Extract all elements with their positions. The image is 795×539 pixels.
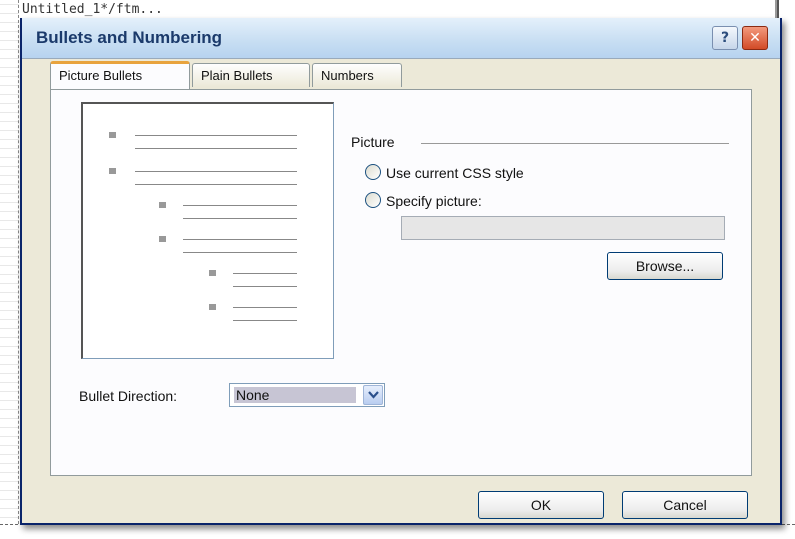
radio-use-css-style[interactable]: Use current CSS style <box>365 164 524 181</box>
picture-group-divider <box>421 143 729 144</box>
preview-line <box>233 307 297 308</box>
preview-bullet <box>209 304 216 310</box>
preview-line <box>183 252 297 253</box>
radio-button-icon[interactable] <box>365 192 381 208</box>
preview-line <box>233 286 297 287</box>
preview-line <box>135 135 297 136</box>
bullet-direction-value: None <box>234 387 356 403</box>
browse-button[interactable]: Browse... <box>607 252 723 280</box>
tab-numbers[interactable]: Numbers <box>312 63 402 87</box>
preview-line <box>183 205 297 206</box>
radio-specify-picture[interactable]: Specify picture: <box>365 192 482 209</box>
dialog-titlebar[interactable]: Bullets and Numbering ? ✕ <box>22 18 780 59</box>
picture-group-label: Picture <box>351 134 395 150</box>
torn-edge-left <box>0 0 19 539</box>
bullet-direction-label: Bullet Direction: <box>79 388 178 404</box>
preview-line <box>233 320 297 321</box>
preview-line <box>233 273 297 274</box>
background-code-fragment: Untitled_1*/ftm... <box>22 2 163 17</box>
preview-bullet <box>109 132 116 138</box>
preview-bullet <box>159 236 166 242</box>
tab-plain-bullets[interactable]: Plain Bullets <box>192 63 310 87</box>
preview-bullet <box>159 202 166 208</box>
preview-bullet <box>109 168 116 174</box>
radio-label: Specify picture: <box>386 193 482 209</box>
preview-line <box>135 184 297 185</box>
radio-button-icon[interactable] <box>365 164 381 180</box>
bullet-preview <box>81 102 334 359</box>
bullet-direction-select[interactable]: None <box>229 383 385 407</box>
torn-edge-bottom <box>0 524 795 539</box>
preview-line <box>183 239 297 240</box>
chevron-down-icon[interactable] <box>363 385 383 405</box>
close-button[interactable]: ✕ <box>742 26 768 50</box>
preview-line <box>135 148 297 149</box>
preview-bullet <box>209 270 216 276</box>
picture-bullets-panel: Picture Use current CSS style Specify pi… <box>50 89 752 476</box>
bullets-numbering-dialog: Bullets and Numbering ? ✕ Picture Bullet… <box>20 18 782 525</box>
radio-label: Use current CSS style <box>386 165 524 181</box>
help-button[interactable]: ? <box>712 26 738 50</box>
preview-line <box>183 218 297 219</box>
cancel-button[interactable]: Cancel <box>622 491 748 519</box>
ok-button[interactable]: OK <box>478 491 604 519</box>
picture-path-field[interactable] <box>401 216 725 240</box>
tab-picture-bullets[interactable]: Picture Bullets <box>50 61 190 89</box>
dialog-title: Bullets and Numbering <box>36 28 223 47</box>
preview-line <box>135 171 297 172</box>
